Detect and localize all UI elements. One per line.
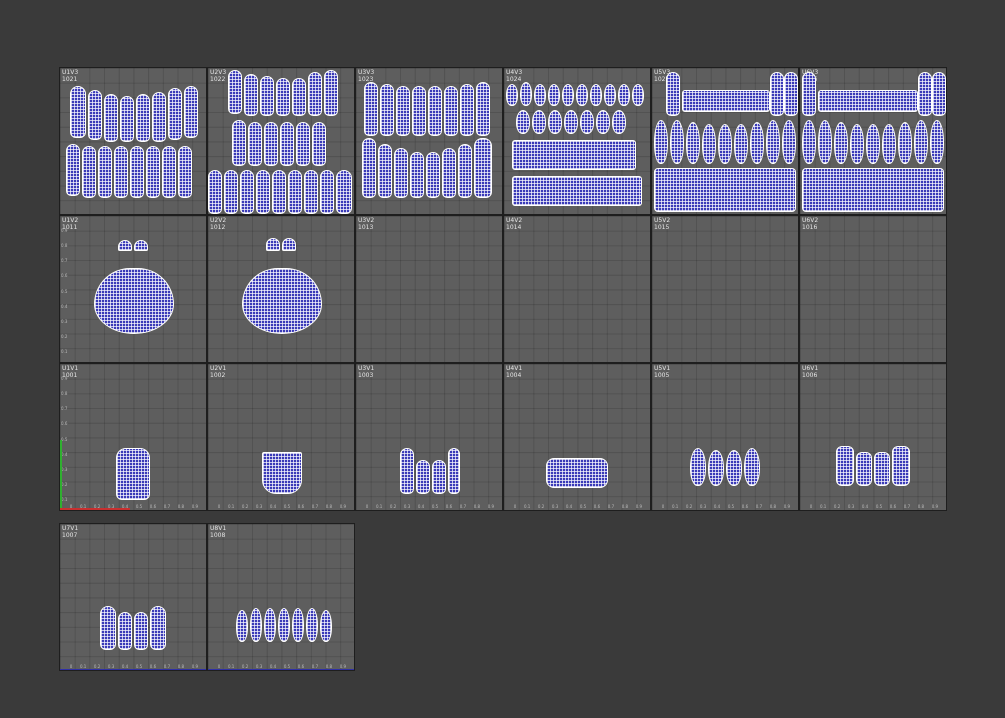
udim-tile-1003[interactable]: U3V1 1003 0 0.1 0.2 0.3 0.4 0.5 0.6 0.7 0.8 0.9 [355, 363, 503, 511]
udim-tile-1014[interactable]: U4V2 1014 [503, 215, 651, 363]
udim-tile-1007[interactable]: U7V1 1007 0 0.1 0.2 0.3 0.4 0.5 0.6 0.7 0.8 0.9 [59, 523, 207, 671]
udim-tile-1008[interactable]: U8V1 1008 0 0.1 0.2 0.3 0.4 0.5 0.6 0.7 0.8 0.9 [207, 523, 355, 671]
tile-label: U5V1 1005 [654, 365, 671, 379]
udim-tile-1006[interactable]: U6V1 1006 0 0.1 0.2 0.3 0.4 0.5 0.6 0.7 0.8 0.9 [799, 363, 947, 511]
udim-tile-1025[interactable]: U5V3 1025 [651, 67, 799, 215]
tile-label: U3V1 1003 [358, 365, 375, 379]
udim-tile-1016[interactable]: U6V2 1016 [799, 215, 947, 363]
tile-label: U8V1 1008 [210, 525, 227, 539]
v-axis-ticks: 0.9 0.8 0.7 0.6 0.5 0.4 0.3 0.2 0.1 [61, 228, 68, 354]
tile-label: U3V2 1013 [358, 217, 375, 231]
udim-tile-1023[interactable]: U3V3 1023 [355, 67, 503, 215]
tile-label: U1V3 1021 [62, 69, 79, 83]
tile-label: U3V3 1023 [358, 69, 375, 83]
u-axis-ticks: 0 0.1 0.2 0.3 0.4 0.5 0.6 0.7 0.8 0.9 [217, 504, 347, 509]
udim-tile-1001[interactable]: U1V1 1001 0.9 0.8 0.7 0.6 0.5 0.4 0.3 0.2 0.1 0 0.… [59, 363, 207, 511]
tile-label: U2V2 1012 [210, 217, 227, 231]
tile-label: U6V2 1016 [802, 217, 819, 231]
v-axis-line [60, 440, 62, 510]
udim-tile-1005[interactable]: U5V1 1005 0 0.1 0.2 0.3 0.4 0.5 0.6 0.7 0.8 0.9 [651, 363, 799, 511]
udim-tile-1011[interactable]: U1V2 1011 0.9 0.8 0.7 0.6 0.5 0.4 0.3 0.2 0.1 [59, 215, 207, 363]
u-axis-line [60, 508, 130, 510]
u-axis-ticks: 0 0.1 0.2 0.3 0.4 0.5 0.6 0.7 0.8 0.9 [809, 504, 939, 509]
udim-tile-1015[interactable]: U5V2 1015 [651, 215, 799, 363]
tile-label: U6V1 1006 [802, 365, 819, 379]
tile-label: U4V1 1004 [506, 365, 523, 379]
udim-tile-1026[interactable]: U6V31026 [799, 67, 947, 215]
tile-label: U1V2 1011 [62, 217, 79, 231]
udim-tile-1024[interactable]: U4V3 1024 [503, 67, 651, 215]
udim-tile-1012[interactable]: U2V2 1012 [207, 215, 355, 363]
tile-label: U5V2 1015 [654, 217, 671, 231]
tile-edge [60, 669, 206, 670]
tile-label: U4V3 1024 [506, 69, 523, 83]
u-axis-ticks: 0 0.1 0.2 0.3 0.4 0.5 0.6 0.7 0.8 0.9 [661, 504, 791, 509]
u-axis-ticks: 0 0.1 0.2 0.3 0.4 0.5 0.6 0.7 0.8 0.9 [365, 504, 495, 509]
tile-label: U7V1 1007 [62, 525, 79, 539]
tile-label: U2V3 1022 [210, 69, 227, 83]
uv-editor-viewport[interactable]: U1V3 1021 U2V3 1022 U3V3 1023 U4V3 1024 … [0, 0, 1005, 718]
udim-tile-1022[interactable]: U2V3 1022 [207, 67, 355, 215]
udim-grid: U1V3 1021 U2V3 1022 U3V3 1023 U4V3 1024 … [59, 67, 947, 511]
tile-label: U1V1 1001 [62, 365, 79, 379]
u-axis-ticks: 0 0.1 0.2 0.3 0.4 0.5 0.6 0.7 0.8 0.9 [513, 504, 643, 509]
udim-grid-extra: U7V1 1007 0 0.1 0.2 0.3 0.4 0.5 0.6 0.7 0.8 0.9 U8… [59, 523, 355, 671]
udim-tile-1021[interactable]: U1V3 1021 [59, 67, 207, 215]
udim-tile-1013[interactable]: U3V2 1013 [355, 215, 503, 363]
udim-tile-1002[interactable]: U2V1 1002 0 0.1 0.2 0.3 0.4 0.5 0.6 0.7 0.8 0.9 [207, 363, 355, 511]
udim-tile-1004[interactable]: U4V1 1004 0 0.1 0.2 0.3 0.4 0.5 0.6 0.7 0.8 0.9 [503, 363, 651, 511]
tile-label: U4V2 1014 [506, 217, 523, 231]
tile-label: U2V1 1002 [210, 365, 227, 379]
tile-edge [208, 669, 354, 670]
